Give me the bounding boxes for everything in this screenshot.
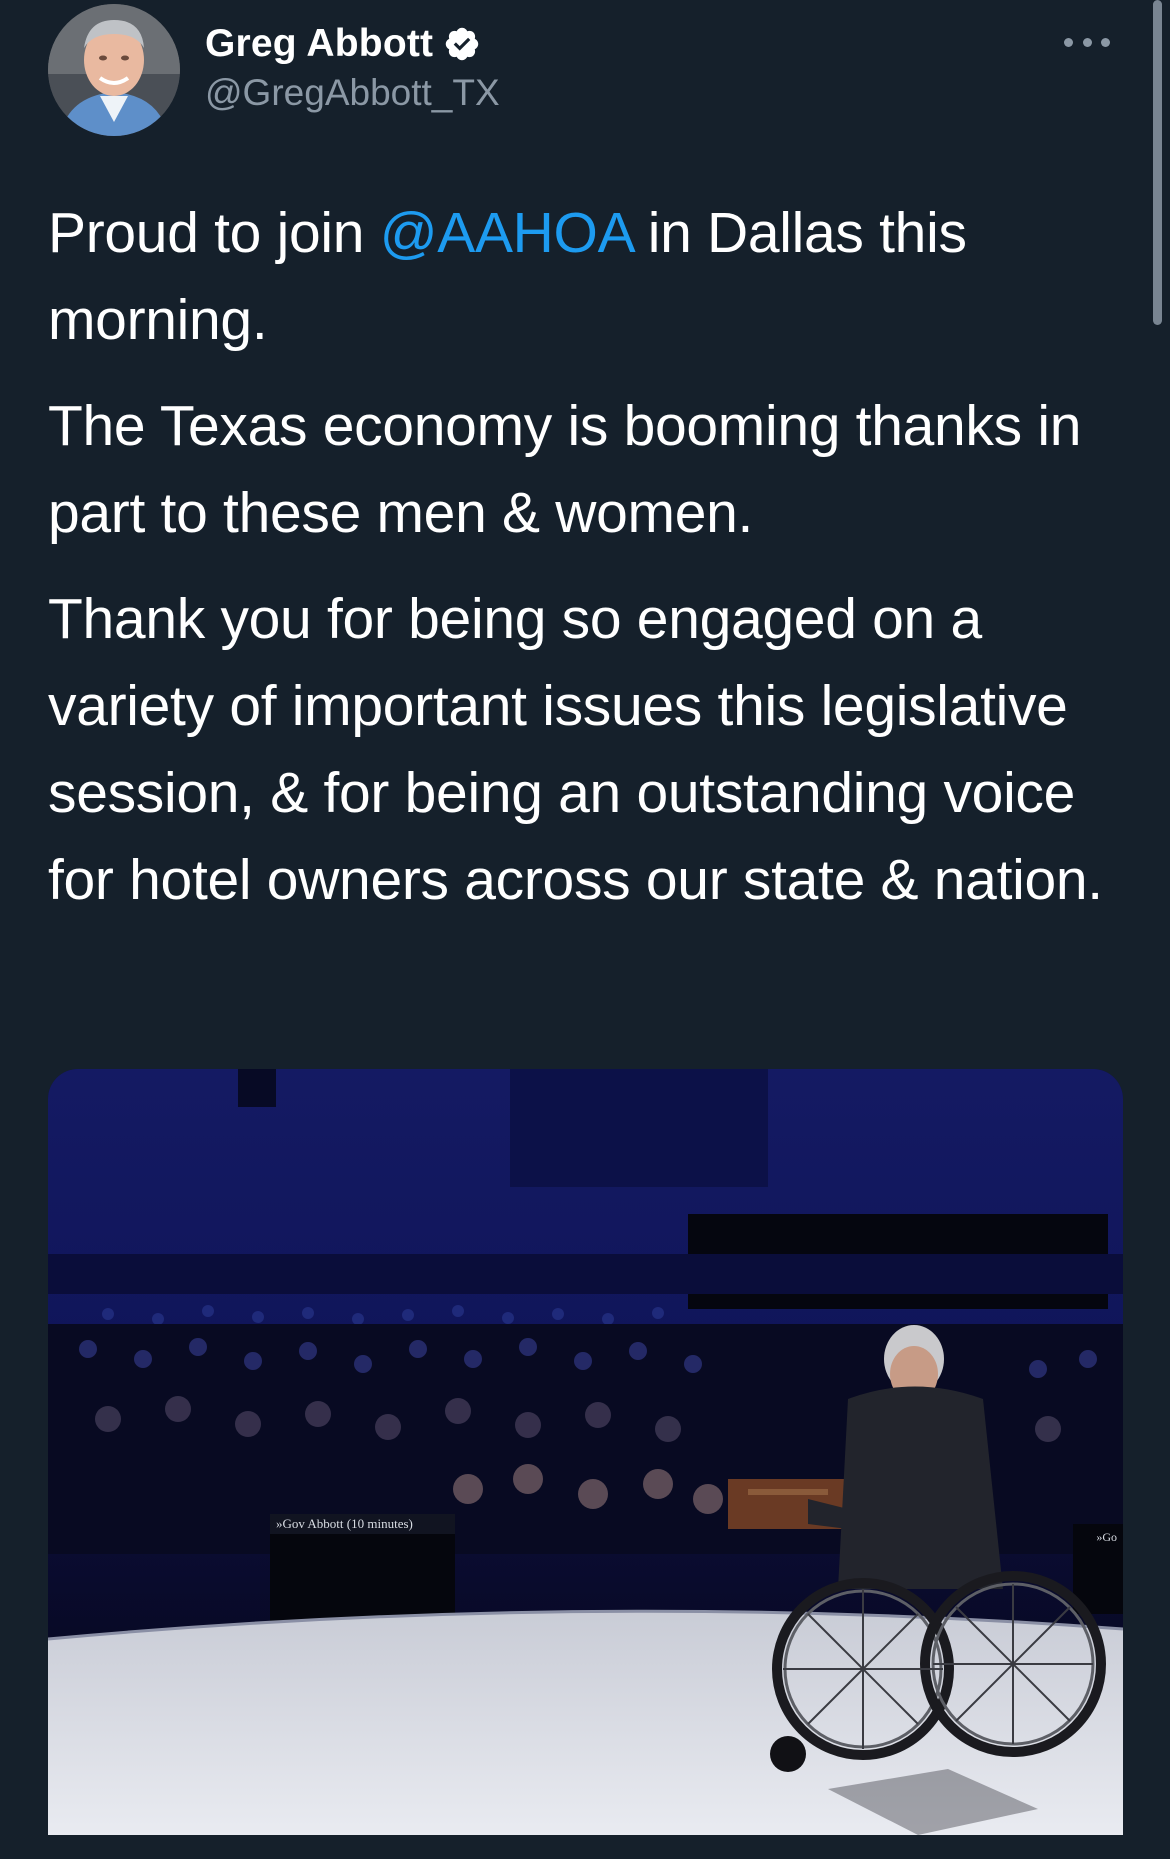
tweet-photo[interactable]: »Gov Abbott (10 minutes) »Go bbox=[48, 1069, 1123, 1835]
more-options-button[interactable] bbox=[1064, 34, 1110, 50]
avatar[interactable] bbox=[48, 4, 180, 136]
author-handle[interactable]: @GregAbbott_TX bbox=[205, 72, 500, 114]
scrollbar[interactable] bbox=[1153, 0, 1162, 325]
tweet-paragraph-3: Thank you for being so engaged on a vari… bbox=[48, 587, 1103, 912]
tweet-text: Proud to join @AAHOA in Dallas this morn… bbox=[48, 190, 1128, 943]
tweet-text-segment: Proud to join bbox=[48, 201, 380, 265]
more-dot-icon bbox=[1064, 37, 1073, 47]
photo-screen-caption-right: »Go bbox=[1096, 1530, 1117, 1544]
avatar-image bbox=[48, 4, 180, 136]
bottom-edge bbox=[0, 1835, 1170, 1859]
tweet-paragraph-2: The Texas economy is booming thanks in p… bbox=[48, 394, 1082, 545]
more-dot-icon bbox=[1101, 37, 1110, 47]
verified-badge-icon bbox=[443, 25, 481, 63]
tweet-header: Greg Abbott @GregAbbott_TX bbox=[48, 4, 1130, 136]
conference-photo bbox=[48, 1069, 1123, 1835]
more-dot-icon bbox=[1082, 37, 1092, 47]
photo-screen-caption: »Gov Abbott (10 minutes) bbox=[276, 1516, 413, 1531]
name-row: Greg Abbott bbox=[205, 22, 500, 66]
author-names: Greg Abbott @GregAbbott_TX bbox=[205, 22, 500, 114]
tweet-paragraph-1: Proud to join @AAHOA in Dallas this morn… bbox=[48, 190, 1128, 364]
mention-link[interactable]: @AAHOA bbox=[380, 201, 633, 265]
display-name[interactable]: Greg Abbott bbox=[205, 22, 433, 66]
